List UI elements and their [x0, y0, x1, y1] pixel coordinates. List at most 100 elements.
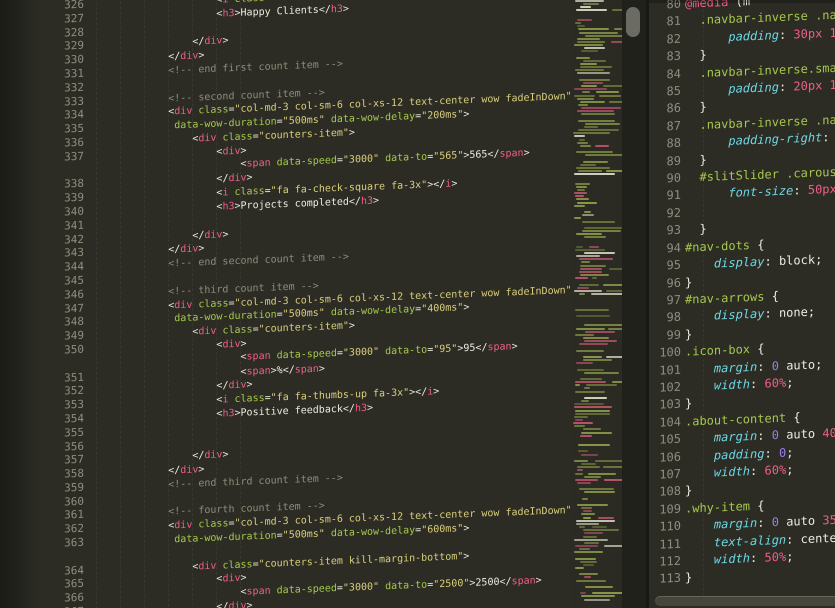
minimap-line	[581, 513, 595, 515]
line-number: 111	[649, 535, 685, 554]
code-text: #nav-arrows {	[685, 289, 779, 307]
minimap-line	[576, 233, 602, 235]
minimap-line	[580, 274, 609, 276]
minimap-line	[599, 95, 621, 97]
minimap-line	[592, 526, 607, 528]
minimap-line	[589, 246, 599, 248]
minimap-line	[575, 381, 606, 383]
line-number: 91	[649, 187, 685, 206]
minimap-line	[579, 79, 609, 81]
minimap-line	[583, 529, 619, 531]
minimap-line	[612, 381, 622, 383]
horizontal-scrollbar-thumb[interactable]	[655, 596, 835, 606]
line-number: 84	[649, 65, 685, 84]
minimap-line	[578, 120, 616, 122]
minimap-line	[578, 129, 619, 131]
minimap-line	[575, 384, 580, 386]
minimap-line	[579, 573, 598, 575]
code-text: .about-content {	[685, 410, 801, 428]
minimap-line	[578, 450, 587, 452]
minimap-line	[577, 466, 600, 468]
minimap-line	[574, 551, 603, 553]
minimap-line	[574, 205, 586, 207]
line-number: 93	[649, 222, 685, 241]
minimap-line	[606, 170, 622, 172]
editor-pane-html[interactable]: 326 <i class="327 <h3>Happy Clients</h3>…	[0, 0, 570, 608]
code-text: }	[685, 397, 692, 411]
minimap-line	[577, 287, 589, 289]
minimap-line	[582, 498, 587, 500]
code-text: display: block;	[685, 252, 822, 271]
minimap-line	[578, 444, 610, 446]
minimap-line	[584, 576, 591, 578]
minimap-line	[574, 44, 604, 46]
minimap-line	[584, 252, 615, 254]
vertical-scrollbar-track[interactable]	[622, 0, 646, 608]
minimap-line	[577, 110, 614, 112]
minimap-line	[614, 28, 622, 30]
minimap-line	[585, 331, 615, 333]
minimap-line	[576, 57, 590, 59]
minimap-line	[579, 258, 613, 260]
minimap-line	[574, 290, 602, 292]
code-text: width: 60%;	[685, 462, 793, 480]
vertical-scrollbar-thumb[interactable]	[626, 7, 640, 37]
line-number: 112	[649, 553, 685, 572]
minimap-line	[575, 413, 609, 415]
line-number: 102	[649, 379, 685, 398]
code-text: }	[685, 222, 707, 237]
minimap-line	[574, 135, 585, 137]
minimap-line	[579, 548, 590, 550]
minimap-line	[583, 3, 599, 5]
code-editor: 326 <i class="327 <h3>Happy Clients</h3>…	[0, 0, 835, 608]
minimap-line	[577, 72, 610, 74]
minimap-line	[606, 356, 622, 358]
minimap-line	[576, 315, 611, 317]
minimap-line	[577, 482, 591, 484]
minimap-line	[576, 362, 594, 364]
minimap-line	[580, 268, 602, 270]
minimap-line	[585, 35, 622, 37]
minimap-line	[575, 419, 583, 421]
minimap-line	[580, 592, 586, 594]
minimap-line	[575, 567, 584, 569]
minimap-line	[576, 328, 605, 330]
minimap-line	[576, 167, 609, 169]
minimap-line	[595, 145, 609, 147]
css-code-lines: 80@media (m81 .navbar-inverse .navb82 pa…	[649, 0, 835, 589]
minimap-line	[595, 460, 622, 462]
minimap-line	[611, 41, 623, 43]
minimap-line	[603, 284, 622, 286]
minimap-line	[575, 183, 590, 185]
minimap-line	[573, 422, 592, 424]
minimap-line	[575, 309, 609, 311]
line-number	[0, 558, 96, 562]
line-number: 89	[649, 152, 685, 171]
minimap-line	[579, 293, 586, 295]
minimap-line	[580, 145, 591, 147]
minimap-line	[586, 384, 617, 386]
minimap-line	[591, 293, 622, 295]
minimap-line	[580, 164, 597, 166]
line-number: 82	[649, 30, 685, 49]
minimap-line	[584, 476, 601, 478]
minimap-line	[583, 359, 612, 361]
minimap-line	[583, 356, 602, 358]
minimap-line	[604, 479, 622, 481]
minimap-line	[584, 340, 617, 342]
line-number: 109	[649, 500, 685, 519]
code-text: #nav-dots {	[685, 237, 765, 254]
minimap-line	[579, 526, 585, 528]
line-number: 101	[649, 361, 685, 380]
minimap-line	[574, 173, 614, 175]
line-number: 95	[649, 257, 685, 276]
line-number: 85	[649, 83, 685, 102]
code-text: }	[685, 48, 707, 63]
minimap[interactable]	[570, 0, 622, 608]
minimap-line	[583, 564, 594, 566]
minimap-line	[575, 195, 584, 197]
line-number: 86	[649, 100, 685, 119]
code-text: padding: 0;	[685, 445, 793, 463]
editor-pane-css[interactable]: 80@media (m81 .navbar-inverse .navb82 pa…	[649, 0, 835, 608]
minimap-line	[577, 19, 592, 21]
